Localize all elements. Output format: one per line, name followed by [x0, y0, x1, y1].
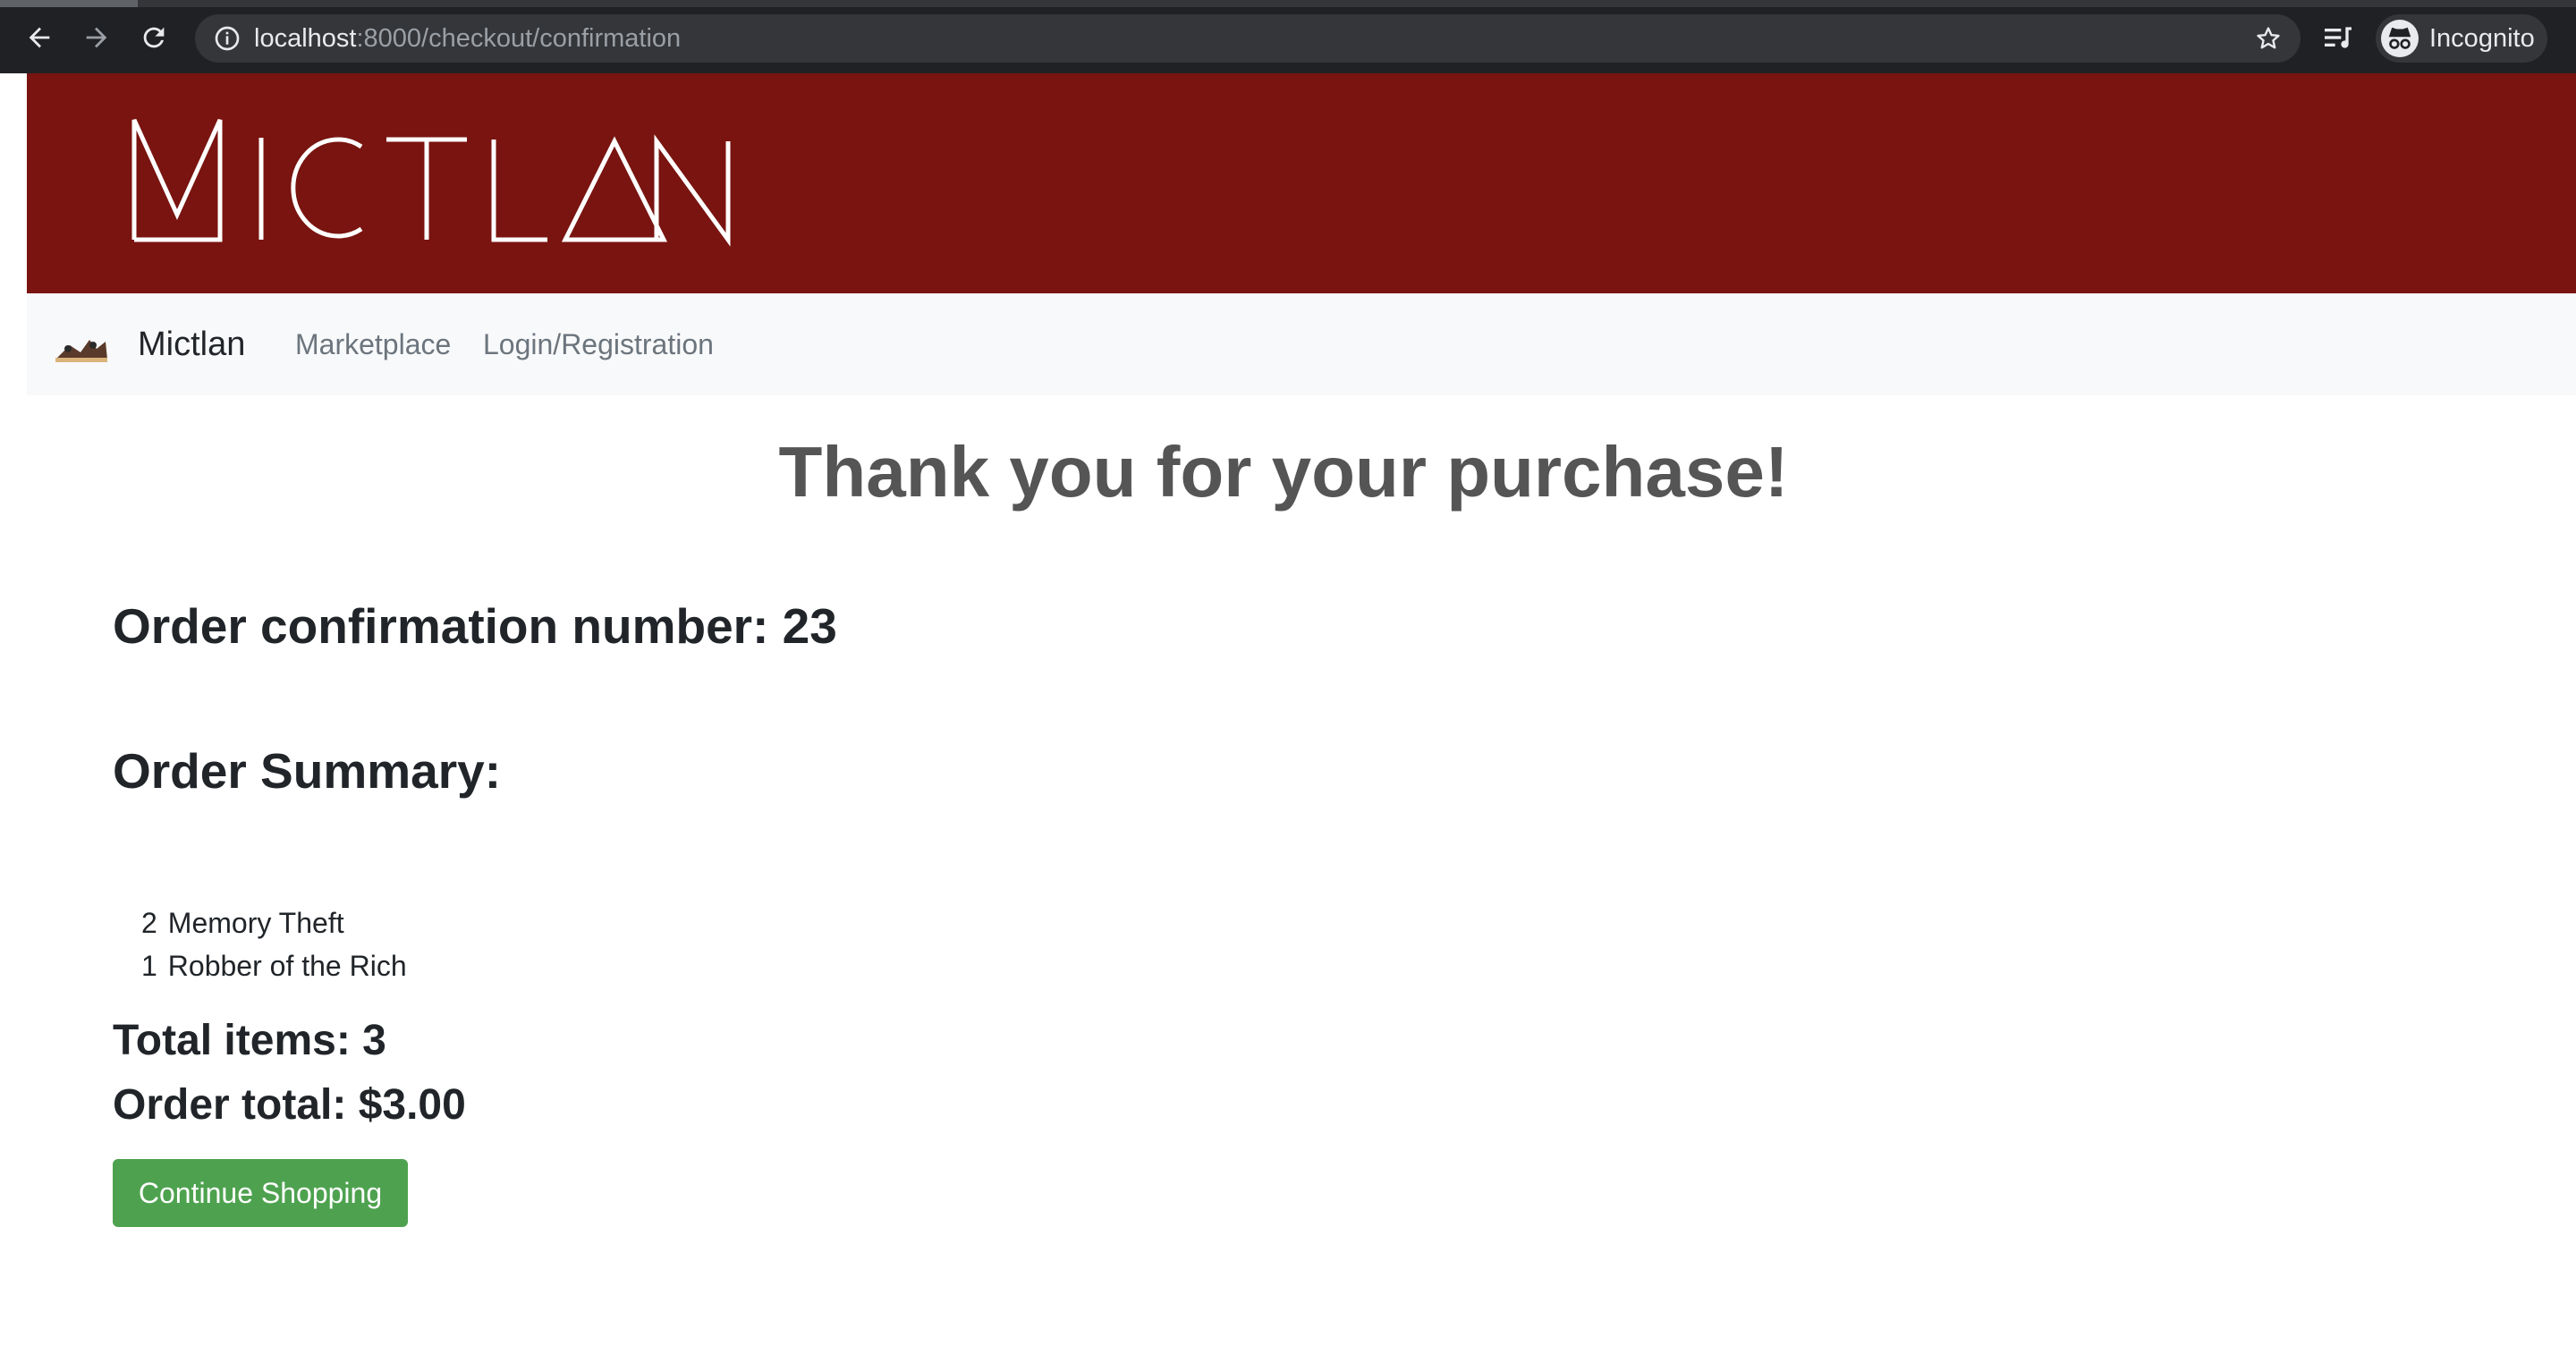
- avatar: [2381, 20, 2419, 57]
- order-items-list: 2 Memory Theft 1 Robber of the Rich: [141, 901, 407, 987]
- nav-login-registration[interactable]: Login/Registration: [483, 293, 714, 395]
- info-icon[interactable]: [213, 24, 242, 53]
- forward-icon: [86, 27, 107, 48]
- list-item: 2 Memory Theft: [141, 901, 407, 944]
- reload-icon: [143, 27, 165, 48]
- order-confirmation-number: Order confirmation number: 23: [113, 598, 837, 654]
- back-icon: [29, 27, 50, 48]
- profile-label: Incognito: [2429, 24, 2535, 53]
- address-bar[interactable]: localhost:8000/checkout/confirmation: [195, 14, 2301, 63]
- profile-button[interactable]: Incognito: [2376, 14, 2547, 63]
- page-title: Thank you for your purchase!: [778, 432, 1789, 512]
- brand-logo-icon[interactable]: [54, 322, 111, 368]
- navbar: Mictlan Marketplace Login/Registration: [27, 293, 2576, 395]
- tab-strip: [0, 0, 2576, 7]
- continue-shopping-button[interactable]: Continue Shopping: [113, 1159, 408, 1227]
- page-content: Mictlan Marketplace Login/Registration T…: [27, 73, 2576, 1354]
- url-path: :8000/checkout/confirmation: [356, 24, 682, 53]
- site-logo: [131, 118, 731, 247]
- active-tab[interactable]: [0, 0, 138, 7]
- back-button[interactable]: [20, 18, 59, 57]
- order-summary-title: Order Summary:: [113, 743, 502, 799]
- total-items: Total items: 3: [113, 1017, 386, 1064]
- forward-button[interactable]: [77, 18, 116, 57]
- nav-marketplace[interactable]: Marketplace: [295, 293, 451, 395]
- item-quantity: 1: [141, 950, 157, 982]
- item-name: Memory Theft: [167, 907, 344, 939]
- url-text: localhost:8000/checkout/confirmation: [254, 14, 681, 63]
- order-total: Order total: $3.00: [113, 1081, 466, 1129]
- page-gutter: [0, 73, 27, 1354]
- media-control-icon[interactable]: [2320, 20, 2356, 55]
- item-name: Robber of the Rich: [167, 950, 407, 982]
- site-banner: [27, 73, 2576, 293]
- item-quantity: 2: [141, 907, 157, 939]
- url-host: localhost: [254, 24, 357, 53]
- incognito-icon: [2388, 27, 2411, 49]
- reload-button[interactable]: [134, 18, 174, 57]
- browser-toolbar: localhost:8000/checkout/confirmation Inc…: [0, 0, 2576, 73]
- star-icon[interactable]: [2254, 24, 2283, 53]
- list-item: 1 Robber of the Rich: [141, 944, 407, 987]
- brand-link[interactable]: Mictlan: [138, 293, 245, 395]
